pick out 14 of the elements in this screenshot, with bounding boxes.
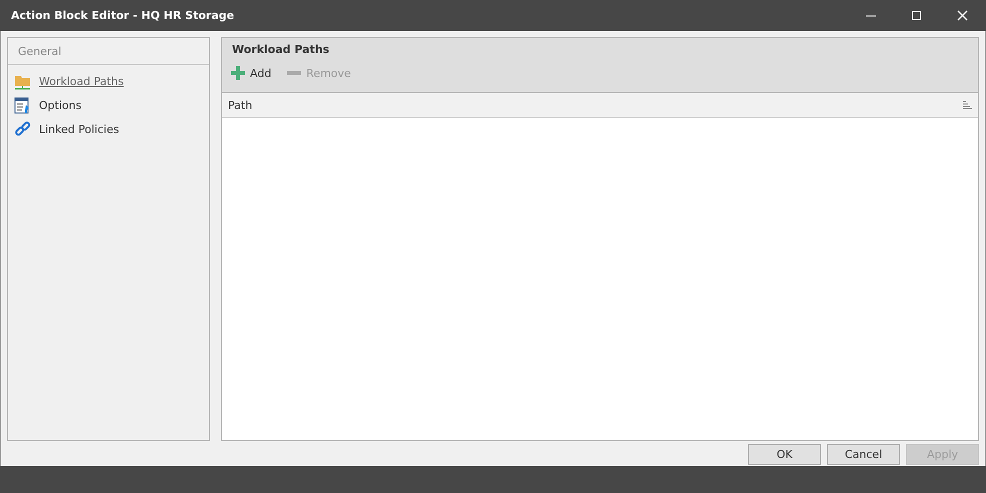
dialog-button[interactable]: OK [748,444,821,465]
window-title: Action Block Editor - HQ HR Storage [10,9,234,22]
column-chooser-icon[interactable] [963,101,972,109]
link-icon [14,120,31,138]
sidebar-item[interactable]: Workload Paths [39,74,124,88]
plus-icon [231,66,245,80]
settings-document-icon [14,96,31,114]
sidebar-item[interactable]: Linked Policies [39,122,120,136]
dialog-button[interactable]: Cancel [827,444,900,465]
sidebar-header: General [18,44,62,58]
panel-title: Workload Paths [231,42,330,58]
toolbar-button[interactable]: Add [231,66,272,80]
sidebar-item[interactable]: Options [39,98,82,112]
column-header[interactable]: Path [228,98,252,112]
